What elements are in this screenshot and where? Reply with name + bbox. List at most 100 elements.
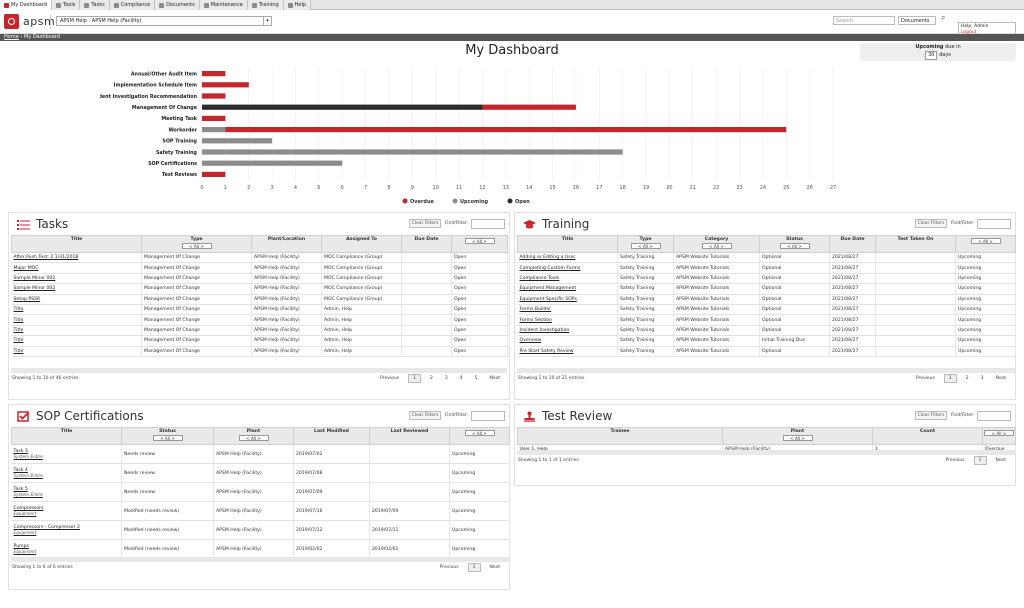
row-title-link[interactable]: Task 3 System Entire <box>11 444 122 464</box>
table-row[interactable]: Pre Start Safety Review Safety Training AP… <box>517 346 1016 357</box>
column-header[interactable]: < All > <box>451 235 508 253</box>
pagination-next[interactable]: Next <box>993 457 1009 464</box>
test-review-find-input[interactable] <box>977 411 1011 421</box>
row-title-link[interactable]: Sample Minor 002 <box>11 283 142 295</box>
column-header[interactable]: Last Reviewed <box>369 427 450 445</box>
column-header[interactable]: < All > <box>449 427 510 445</box>
table-row[interactable]: Compliance Tools Safety Training APSM Webs… <box>517 273 1016 285</box>
column-header[interactable]: Status < All > <box>121 427 214 445</box>
search-icon[interactable]: ⌕ <box>941 14 949 22</box>
column-filter-select[interactable]: < All > <box>782 435 813 441</box>
pagination-page[interactable]: 1 <box>973 456 987 465</box>
row-title-link[interactable]: Equipment Management <box>517 283 618 295</box>
table-row[interactable]: Sample Minor 002 Management Of Change APSM… <box>11 273 508 285</box>
table-row[interactable]: Title Management Of Change APSM Help (Faci… <box>11 325 508 337</box>
row-title-link[interactable]: Completing Custom Forms <box>517 262 618 274</box>
column-header[interactable]: Due Date <box>401 235 452 253</box>
column-header[interactable]: Type < All > <box>141 235 252 253</box>
pagination-page[interactable]: 1 <box>408 374 422 383</box>
table-row[interactable]: Setup PSSR Management Of Change APSM Help … <box>11 294 508 305</box>
table-scrollbar[interactable] <box>11 557 509 562</box>
row-title-link[interactable]: Compressors - Compressor 2 Equipment <box>11 520 122 540</box>
tasks-clear-filters-button[interactable]: Clear Filters <box>409 219 441 228</box>
table-row[interactable]: Task 4 System Entire Needs review APSM Help… <box>11 463 510 483</box>
row-title-link[interactable]: Compressors Equipment <box>11 501 122 521</box>
pagination-page[interactable]: 1 <box>943 374 957 383</box>
row-title-link[interactable]: After Push Test: 2 1/31/2018 <box>11 252 142 264</box>
column-header[interactable]: Title <box>11 427 122 445</box>
table-row[interactable]: Title Management Of Change APSM Help (Faci… <box>11 314 508 326</box>
row-title-link[interactable]: Compliance Tools <box>517 273 618 285</box>
row-title-link[interactable]: Major MOC <box>11 262 142 274</box>
table-row[interactable]: Incident Investigation Safety Training APS… <box>517 325 1016 337</box>
column-header[interactable]: Plant < All > <box>213 427 294 445</box>
table-row[interactable]: Completing Custom Forms Safety Training AP… <box>517 262 1016 274</box>
table-row[interactable]: Major MOC Management Of Change APSM Help (… <box>11 262 508 274</box>
pagination-page[interactable]: 2 <box>963 375 972 382</box>
table-row[interactable]: Adding or Editing a User Safety Training A… <box>517 252 1016 264</box>
column-filter-select[interactable]: < All > <box>152 435 183 441</box>
column-filter-select[interactable]: < All > <box>984 430 1014 436</box>
table-row[interactable]: Compressors Equipment Modified (needs revi… <box>11 501 510 521</box>
training-find-input[interactable] <box>977 219 1011 229</box>
column-filter-select[interactable]: < All > <box>970 238 1001 244</box>
column-header[interactable]: Category < All > <box>673 235 760 253</box>
row-title-link[interactable]: Forms Section <box>517 314 618 326</box>
column-header[interactable]: Trainee <box>517 427 723 445</box>
column-filter-select[interactable]: < All > <box>464 430 495 436</box>
pagination-previous[interactable]: Previous <box>437 564 462 571</box>
apsm-logo-icon[interactable] <box>4 14 19 29</box>
column-header[interactable]: Assigned To <box>321 235 402 253</box>
row-title-link[interactable]: Title <box>11 314 142 326</box>
pagination-page[interactable]: 2 <box>427 375 436 382</box>
tab-my-dashboard[interactable]: My Dashboard <box>0 0 52 10</box>
column-header[interactable]: < All > <box>955 235 1016 253</box>
table-scrollbar[interactable] <box>517 368 1015 373</box>
pagination-next[interactable]: Next <box>487 564 503 571</box>
pagination-page[interactable]: 4 <box>457 375 466 382</box>
table-row[interactable]: Pumps Equipment Modified (needs review) APS… <box>11 539 510 559</box>
table-scrollbar[interactable] <box>517 450 1015 455</box>
table-row[interactable]: Sample Minor 002 Management Of Change APSM… <box>11 283 508 295</box>
table-row[interactable]: Equipment Specific SOPs Safety Training AP… <box>517 294 1016 305</box>
column-header[interactable]: Status < All > <box>759 235 830 253</box>
pagination-next[interactable]: Next <box>993 375 1009 382</box>
pagination-page[interactable]: 1 <box>467 563 481 572</box>
table-row[interactable]: Task 5 System Entire Needs review APSM Help… <box>11 482 510 502</box>
column-filter-select[interactable]: < All > <box>238 435 269 441</box>
tab-tasks[interactable]: Tasks <box>80 0 110 10</box>
column-filter-select[interactable]: < All > <box>464 238 495 244</box>
row-title-link[interactable]: Pumps Equipment <box>11 539 122 559</box>
upcoming-days-select[interactable]: 30 <box>925 51 938 60</box>
pagination-previous[interactable]: Previous <box>943 457 968 464</box>
table-row[interactable]: Forms Section Safety Training APSM Website… <box>517 314 1016 326</box>
table-row[interactable]: Overview Safety Training APSM Website Tuto… <box>517 335 1016 347</box>
table-row[interactable]: Task 3 System Entire Needs review APSM Help… <box>11 444 510 464</box>
facility-select[interactable]: APSM Help : APSM Help (Facility) ▾ <box>56 16 272 26</box>
tab-maintenance[interactable]: Maintenance <box>199 0 248 10</box>
row-title-link[interactable]: Title <box>11 325 142 337</box>
table-row[interactable]: Title Management Of Change APSM Help (Faci… <box>11 346 508 357</box>
column-header[interactable]: Test Taken On <box>875 235 956 253</box>
pagination-page[interactable]: 3 <box>978 375 987 382</box>
row-title-link[interactable]: Task 4 System Entire <box>11 463 122 483</box>
training-clear-filters-button[interactable]: Clear Filters <box>915 219 947 228</box>
table-row[interactable]: Equipment Management Safety Training APSM … <box>517 283 1016 295</box>
pagination-page[interactable]: 3 <box>442 375 451 382</box>
row-title-link[interactable]: Sample Minor 002 <box>11 273 142 285</box>
pagination-next[interactable]: Next <box>487 375 503 382</box>
table-row[interactable]: Title Management Of Change APSM Help (Faci… <box>11 304 508 316</box>
column-header[interactable]: Plant < All > <box>722 427 873 445</box>
row-title-link[interactable]: Adding or Editing a User <box>517 252 618 264</box>
table-scrollbar[interactable] <box>11 368 507 373</box>
sop-clear-filters-button[interactable]: Clear Filters <box>409 411 441 420</box>
row-title-link[interactable]: Forms Builder <box>517 304 618 316</box>
breadcrumb-home-link[interactable]: Home <box>4 34 19 40</box>
pagination-previous[interactable]: Previous <box>377 375 402 382</box>
table-row[interactable]: Compressors - Compressor 2 Equipment Modif… <box>11 520 510 540</box>
row-title-link[interactable]: Equipment Specific SOPs <box>517 294 618 305</box>
row-title-link[interactable]: Task 5 System Entire <box>11 482 122 502</box>
tab-tools[interactable]: Tools <box>52 0 81 10</box>
pagination-previous[interactable]: Previous <box>913 375 938 382</box>
column-filter-select[interactable]: < All > <box>779 243 810 249</box>
